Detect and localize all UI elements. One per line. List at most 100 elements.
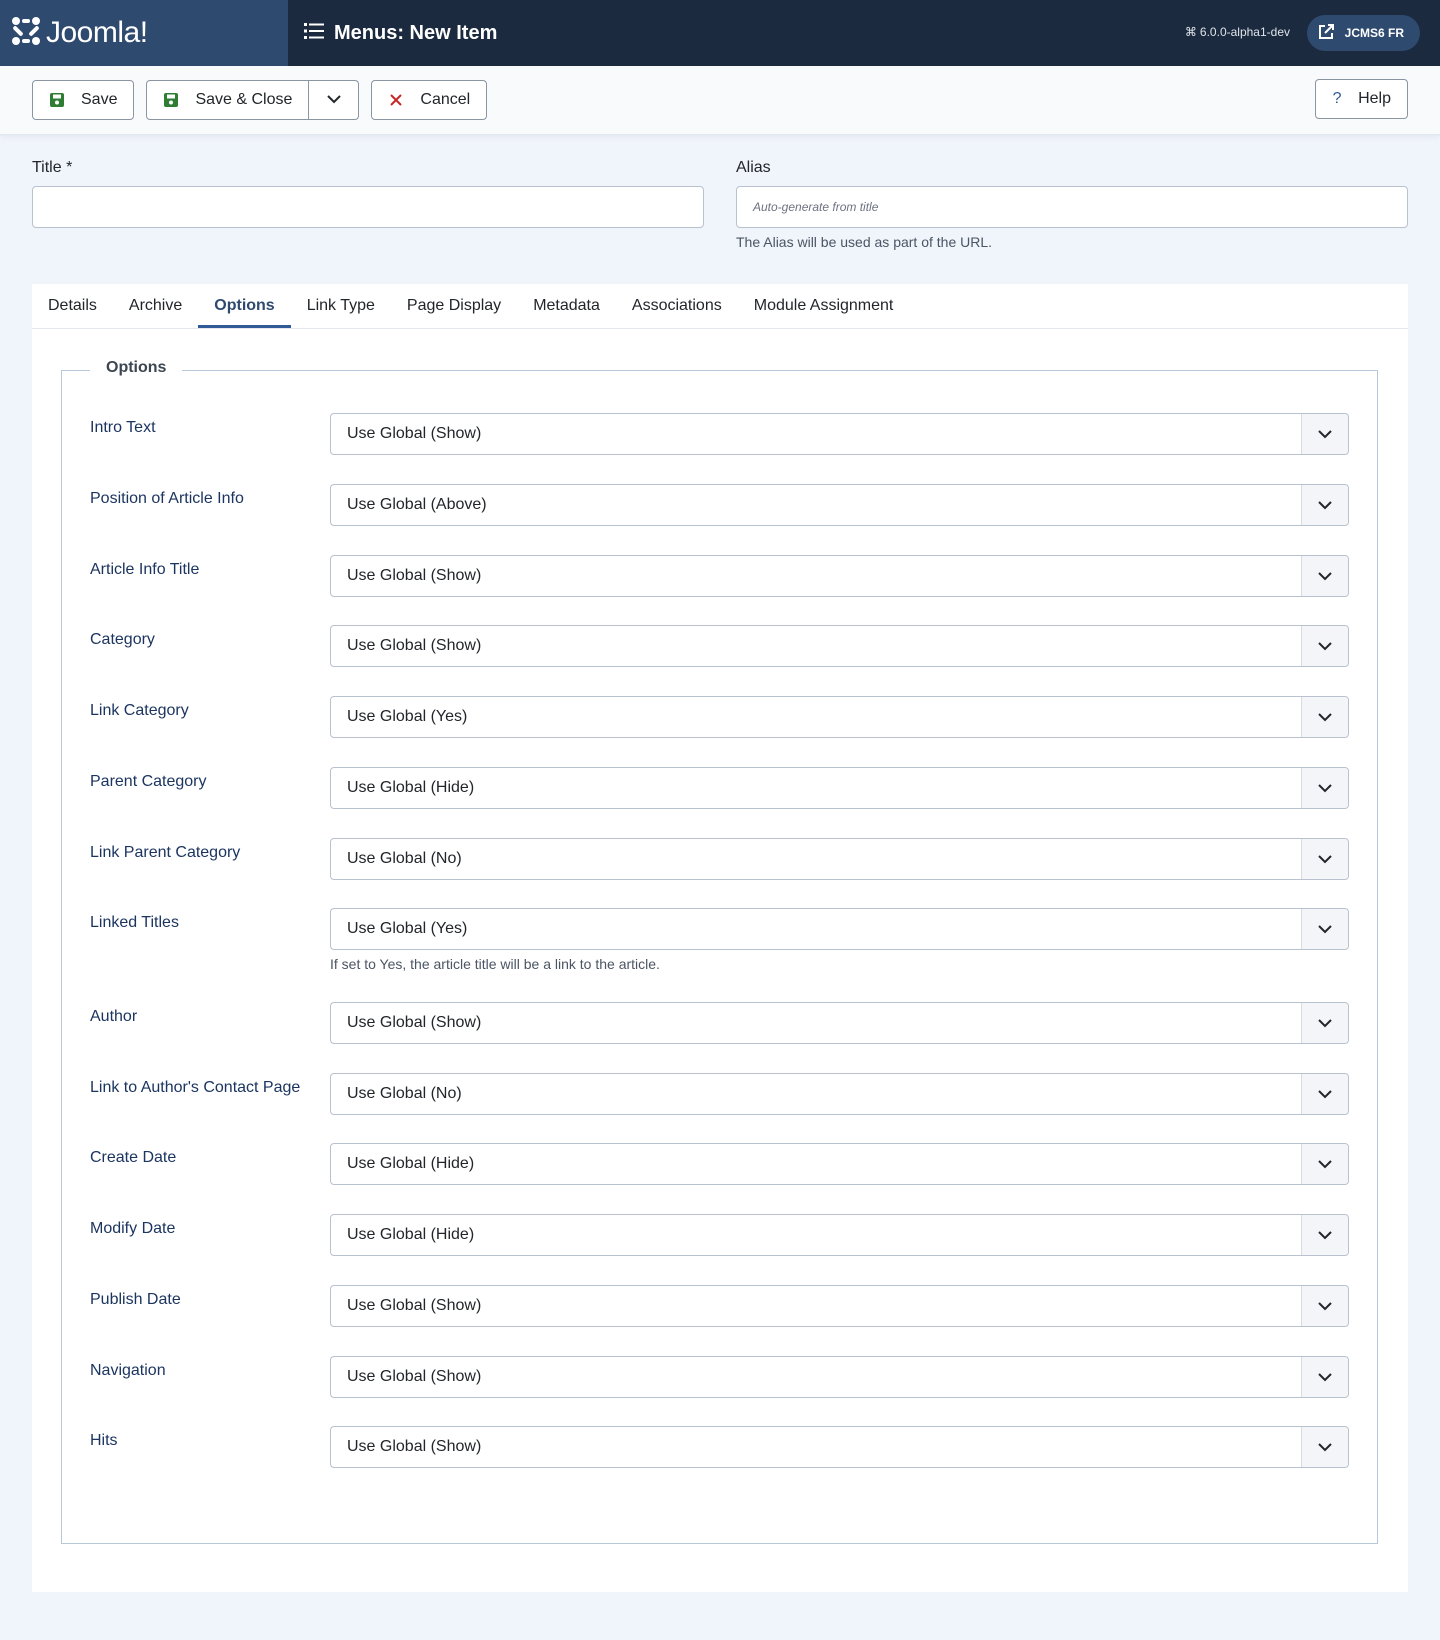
chevron-down-icon (1301, 1357, 1348, 1397)
question-icon: ? (1332, 90, 1342, 107)
option-select-value: Use Global (Hide) (347, 779, 475, 796)
chevron-down-icon (1301, 626, 1348, 666)
chevron-down-icon (1301, 697, 1348, 737)
tab-associations[interactable]: Associations (616, 284, 738, 328)
title-label: Title * (32, 159, 73, 176)
title-alias-section: Title * Alias Auto-generate from title T… (0, 135, 1440, 250)
option-select[interactable]: Use Global (Show) (330, 625, 1349, 667)
option-select-value: Use Global (Show) (347, 1438, 482, 1455)
tab-page-display[interactable]: Page Display (391, 284, 517, 328)
option-label: Publish Date (90, 1291, 181, 1308)
header: Joomla! Menus: New Item ⌘ 6.0.0-alpha1-d… (0, 0, 1440, 66)
help-label: Help (1358, 90, 1391, 107)
option-label: Category (90, 631, 155, 648)
version-text: 6.0.0-alpha1-dev (1199, 25, 1290, 39)
option-row: Parent Category Use Global (Hide) (90, 767, 1349, 809)
tab-metadata[interactable]: Metadata (517, 284, 616, 328)
option-select[interactable]: Use Global (Show) (330, 1426, 1349, 1468)
option-help-text: If set to Yes, the article title will be… (330, 956, 660, 972)
alias-input[interactable]: Auto-generate from title (736, 186, 1408, 228)
joomla-logo-icon (10, 15, 42, 52)
tab-options[interactable]: Options (198, 284, 291, 328)
save-close-label: Save & Close (195, 91, 293, 108)
tab-list: Details Archive Options Link Type Page Displ… (32, 284, 1408, 329)
option-select-value: Use Global (No) (347, 1085, 462, 1102)
chevron-down-icon (1301, 485, 1348, 525)
save-label: Save (81, 91, 118, 108)
option-select-value: Use Global (Above) (347, 496, 487, 513)
option-label: Create Date (90, 1149, 177, 1166)
option-row: Create Date Use Global (Hide) (90, 1143, 1349, 1185)
option-label: Navigation (90, 1362, 166, 1379)
title-input[interactable] (32, 186, 704, 228)
option-select-value: Use Global (Yes) (347, 708, 468, 725)
option-row: Article Info Title Use Global (Show) (90, 555, 1349, 597)
view-site-button[interactable]: JCMS6 FR (1306, 15, 1420, 51)
version-label: ⌘ 6.0.0-alpha1-dev (1185, 25, 1290, 39)
option-label: Intro Text (90, 419, 156, 436)
option-label: Link Category (90, 702, 189, 719)
option-select-value: Use Global (Show) (347, 567, 482, 584)
option-row: Publish Date Use Global (Show) (90, 1285, 1349, 1327)
brand[interactable]: Joomla! (0, 0, 288, 66)
chevron-down-icon (1301, 1074, 1348, 1114)
option-select[interactable]: Use Global (Hide) (330, 1214, 1349, 1256)
chevron-down-icon (1301, 768, 1348, 808)
option-select[interactable]: Use Global (Show) (330, 1356, 1349, 1398)
option-label: Position of Article Info (90, 490, 244, 507)
option-select[interactable]: Use Global (Show) (330, 555, 1349, 597)
option-label: Article Info Title (90, 561, 200, 578)
list-icon (304, 22, 324, 45)
chevron-down-icon (1301, 1144, 1348, 1184)
save-close-button[interactable]: Save & Close (146, 80, 310, 120)
option-select[interactable]: Use Global (No) (330, 838, 1349, 880)
alias-label: Alias (736, 159, 771, 176)
chevron-down-icon (1301, 556, 1348, 596)
option-select[interactable]: Use Global (Show) (330, 413, 1349, 455)
option-select[interactable]: Use Global (Yes) (330, 696, 1349, 738)
option-select[interactable]: Use Global (No) (330, 1073, 1349, 1115)
save-icon (33, 93, 81, 107)
tab-link-type[interactable]: Link Type (291, 284, 391, 328)
title-field: Title * (32, 159, 704, 250)
option-select[interactable]: Use Global (Above) (330, 484, 1349, 526)
option-row: Modify Date Use Global (Hide) (90, 1214, 1349, 1256)
chevron-down-icon (1301, 414, 1348, 454)
option-select-value: Use Global (Show) (347, 637, 482, 654)
chevron-down-icon (1301, 1427, 1348, 1467)
option-label: Link to Author's Contact Page (90, 1079, 301, 1096)
option-select[interactable]: Use Global (Hide) (330, 767, 1349, 809)
save-button[interactable]: Save (32, 80, 135, 120)
option-label: Author (90, 1008, 138, 1025)
option-select-value: Use Global (Show) (347, 425, 482, 442)
save-close-group: Save & Close (146, 80, 360, 120)
option-row: Navigation Use Global (Show) (90, 1356, 1349, 1398)
options-legend: Options (90, 359, 183, 377)
option-row: Category Use Global (Show) (90, 625, 1349, 667)
close-icon (372, 94, 420, 106)
save-options-dropdown-button[interactable] (309, 80, 360, 120)
tab-module-assignment[interactable]: Module Assignment (738, 284, 910, 328)
option-label: Parent Category (90, 773, 207, 790)
save-icon (147, 93, 195, 107)
option-row: Intro Text Use Global (Show) (90, 413, 1349, 455)
option-row: Link Category Use Global (Yes) (90, 696, 1349, 738)
edit-card: Details Archive Options Link Type Page Displ… (32, 284, 1408, 1592)
chevron-down-icon (1301, 1286, 1348, 1326)
option-select[interactable]: Use Global (Show) (330, 1285, 1349, 1327)
alias-field: Alias Auto-generate from title The Alias… (736, 159, 1408, 250)
cancel-button[interactable]: Cancel (371, 80, 488, 120)
help-button[interactable]: ? Help (1315, 79, 1408, 119)
tab-archive[interactable]: Archive (113, 284, 198, 328)
tab-details[interactable]: Details (32, 284, 113, 328)
chevron-down-icon (1301, 839, 1348, 879)
option-select-value: Use Global (Yes) (347, 920, 468, 937)
option-select-value: Use Global (Hide) (347, 1226, 475, 1243)
external-link-icon (1317, 23, 1335, 44)
option-select[interactable]: Use Global (Show) (330, 1002, 1349, 1044)
option-select[interactable]: Use Global (Yes) (330, 908, 1349, 950)
chevron-down-icon (327, 91, 341, 109)
option-select[interactable]: Use Global (Hide) (330, 1143, 1349, 1185)
chevron-down-icon (1301, 1215, 1348, 1255)
option-row: Linked Titles Use Global (Yes) If set to Y… (90, 908, 1349, 972)
